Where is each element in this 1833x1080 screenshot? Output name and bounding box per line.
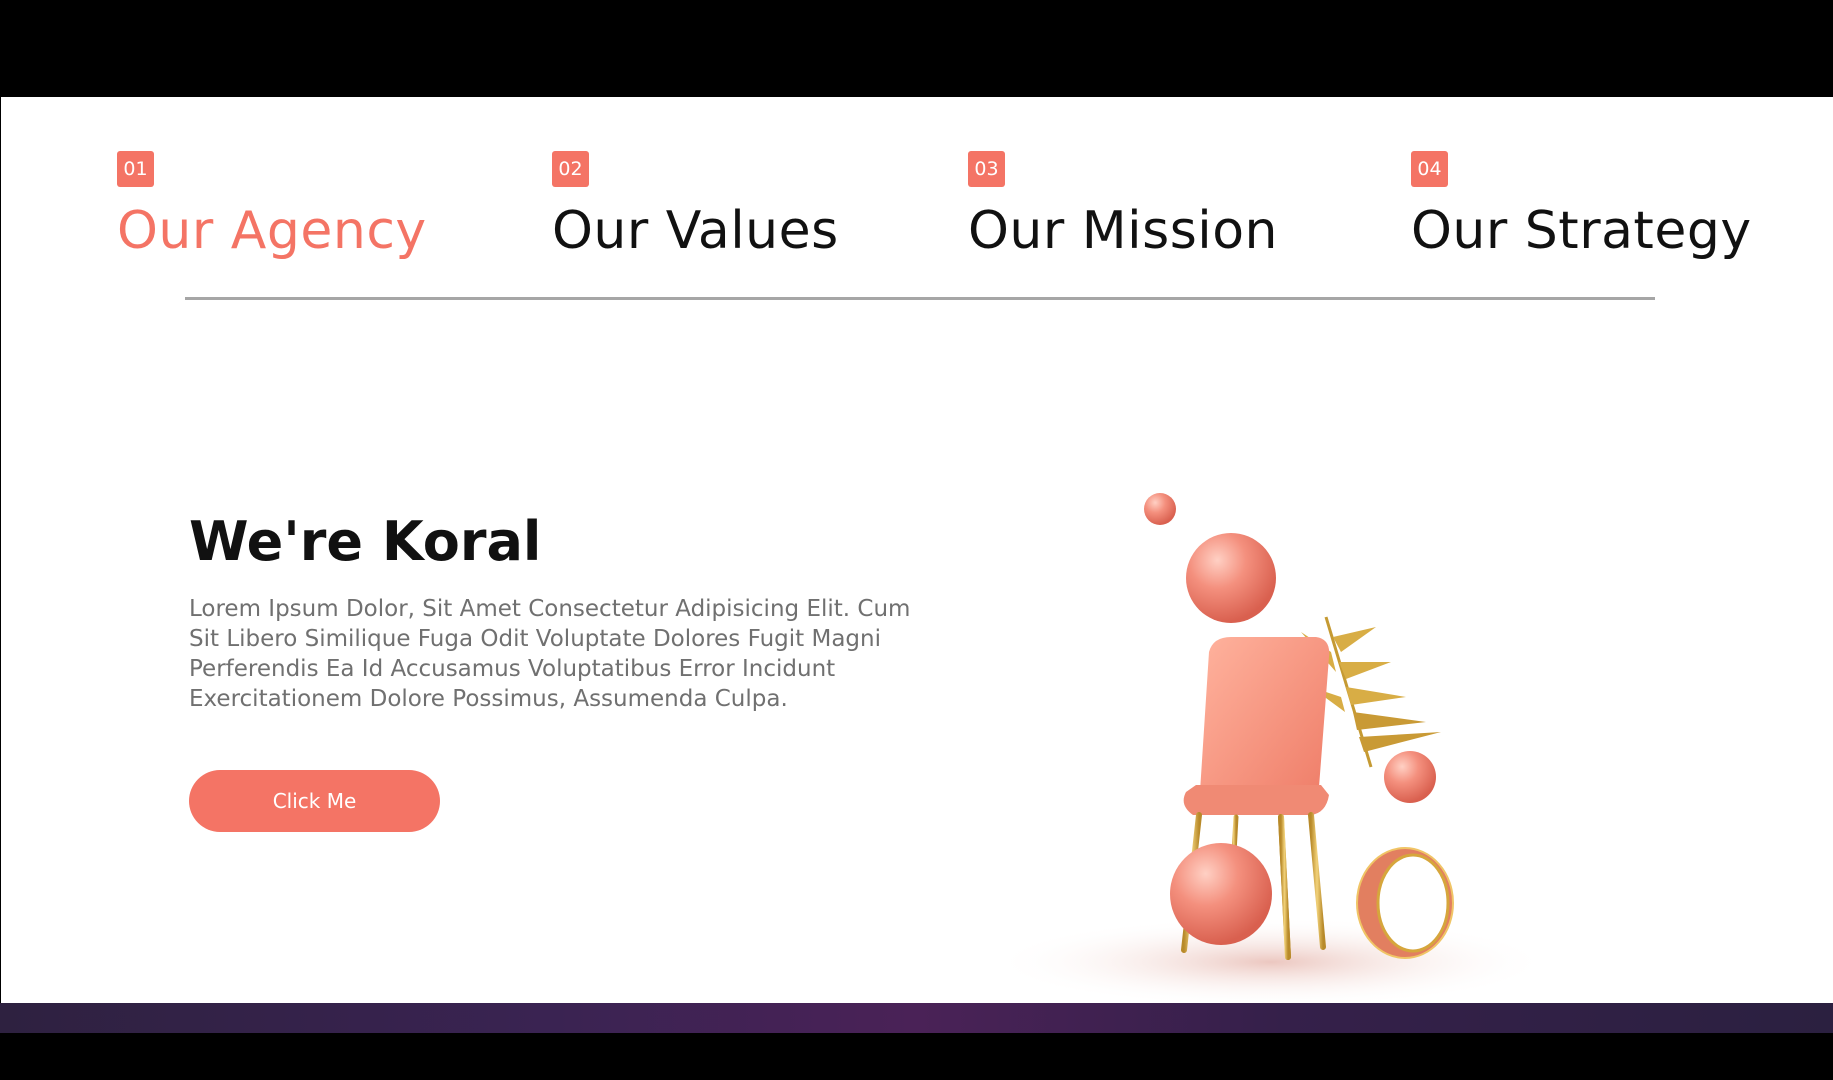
- tab-our-values[interactable]: 02 Our Values: [552, 151, 839, 261]
- tab-label: Our Strategy: [1411, 201, 1752, 261]
- ring: [1356, 847, 1454, 959]
- tab-number-badge: 03: [968, 151, 1005, 187]
- large-floating-sphere: [1186, 533, 1276, 623]
- tab-our-mission[interactable]: 03 Our Mission: [968, 151, 1278, 261]
- tab-label: Our Agency: [117, 201, 427, 261]
- tabs-divider: [185, 297, 1655, 300]
- page-section: 01 Our Agency 02 Our Values 03 Our Missi…: [1, 97, 1833, 1007]
- footer-strip: [0, 1003, 1833, 1033]
- small-sphere: [1144, 493, 1176, 525]
- bottom-black-bar: [0, 1033, 1833, 1080]
- click-me-button[interactable]: Click Me: [189, 770, 440, 832]
- floor-sphere: [1170, 843, 1272, 945]
- section-body-text: Lorem Ipsum Dolor, Sit Amet Consectetur …: [189, 596, 911, 712]
- back-sphere: [1384, 751, 1436, 803]
- tab-label: Our Values: [552, 201, 839, 261]
- floor-shadow: [991, 917, 1551, 1007]
- chair-illustration: [991, 493, 1551, 1007]
- tab-our-agency[interactable]: 01 Our Agency: [117, 151, 427, 261]
- tab-number-badge: 02: [552, 151, 589, 187]
- tab-our-strategy[interactable]: 04 Our Strategy: [1411, 151, 1752, 261]
- top-black-bar: [0, 0, 1833, 95]
- section-headline: We're Koral: [189, 510, 542, 573]
- tab-number-badge: 04: [1411, 151, 1448, 187]
- tab-number-badge: 01: [117, 151, 154, 187]
- tab-label: Our Mission: [968, 201, 1279, 261]
